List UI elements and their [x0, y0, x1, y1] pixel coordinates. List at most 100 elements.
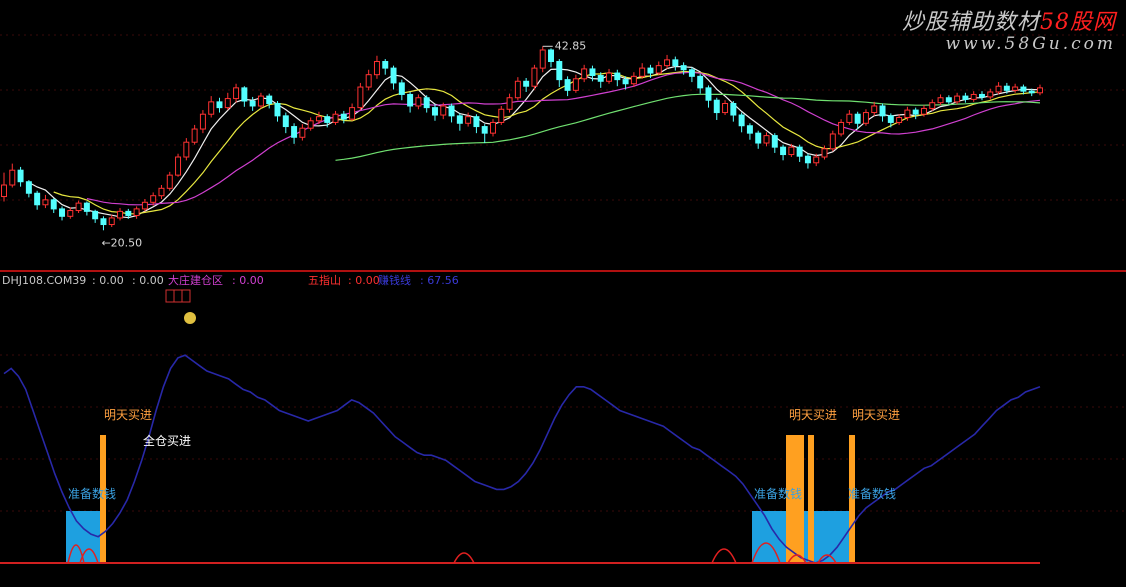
price-candle [987, 88, 994, 100]
price-candle [100, 216, 107, 231]
price-candle [307, 117, 314, 131]
price-candle [738, 112, 745, 133]
price-candle [995, 82, 1002, 95]
price-candle [183, 138, 190, 161]
price-candle [166, 171, 173, 191]
price-candle [838, 119, 845, 137]
prepare-money-label: 准备数钱 [68, 486, 116, 501]
price-candle [846, 110, 853, 125]
price-candle [697, 73, 704, 94]
buy-tomorrow-label: 明天买进 [789, 408, 837, 422]
accumulation-zone-icon [165, 289, 191, 303]
price-candle [581, 64, 588, 83]
five-finger-spike [453, 552, 475, 564]
price-candle [233, 83, 240, 103]
price-candle [871, 101, 878, 116]
price-candle [655, 61, 662, 76]
indicator-legend-item: : 0.00 [132, 274, 164, 287]
stock-chart: 42.85 ←20.50 DHJ108.COM39 : 0.00 : 0.00 大庄建仓… [0, 34, 1126, 564]
price-candle [672, 56, 679, 71]
price-candle [614, 69, 621, 87]
price-candle [108, 214, 115, 228]
price-candle [978, 91, 985, 101]
price-candle [456, 113, 463, 131]
price-candle [282, 112, 289, 134]
indicator-legend-item: : 0.00 [348, 274, 380, 287]
price-candle [796, 144, 803, 162]
price-candle [896, 114, 903, 125]
price-candle [349, 103, 356, 121]
indicator-legend-item: 赚钱线 [378, 273, 411, 287]
price-candle [382, 59, 389, 75]
price-candle [506, 93, 513, 113]
price-candle [332, 110, 339, 125]
price-candle [373, 55, 380, 79]
price-candle [266, 93, 273, 109]
price-candle [572, 74, 579, 93]
buy-tomorrow-label: 明天买进 [104, 408, 152, 422]
price-candle [879, 103, 886, 122]
price-candle [688, 67, 695, 83]
price-candle [42, 194, 49, 209]
indicator-legend-item: : 0.00 [232, 274, 264, 287]
price-candle [208, 96, 215, 118]
price-candle [191, 124, 198, 145]
price-candle [664, 54, 671, 69]
price-candle [490, 119, 496, 137]
price-candle [423, 95, 430, 113]
price-candle [175, 153, 182, 177]
price-candle [83, 201, 90, 216]
low-price-label: ←20.50 [101, 236, 142, 249]
price-candle [431, 104, 438, 121]
price-candle [365, 69, 372, 91]
high-price-label: 42.85 [555, 39, 587, 52]
price-candle [25, 180, 32, 198]
price-candle [117, 208, 124, 221]
price-candle [564, 76, 571, 97]
price-candle [67, 207, 74, 219]
indicator-legend-item: DHJ108.COM39 [2, 274, 86, 287]
price-candle [398, 79, 405, 101]
ma10-line [53, 70, 1041, 215]
price-candle [556, 59, 563, 88]
price-candle [763, 132, 770, 147]
price-candle [34, 190, 41, 210]
price-candle [241, 86, 248, 107]
price-candle [299, 124, 306, 141]
price-candle [216, 97, 223, 113]
price-candle [970, 91, 977, 102]
price-candle [257, 92, 264, 109]
price-candle [1, 172, 7, 202]
price-candle [829, 130, 836, 152]
price-candle [158, 185, 165, 200]
indicator-legend-item: 五指山 [308, 273, 341, 287]
price-candle [722, 100, 729, 116]
price-candle [407, 91, 414, 113]
full-position-buy-label: 全仓买进 [143, 433, 191, 448]
price-candle [249, 96, 256, 111]
price-candle [75, 200, 82, 214]
price-candle [705, 85, 712, 108]
price-candle [141, 199, 148, 212]
price-candle [771, 133, 778, 153]
price-candle [862, 109, 869, 126]
price-candle [9, 163, 16, 188]
price-candle [481, 124, 488, 144]
price-candle [755, 130, 762, 149]
price-candle [59, 206, 66, 221]
price-candle [606, 68, 613, 84]
price-candle [962, 92, 969, 103]
price-candle [539, 46, 546, 73]
indicator-legend-item: 大庄建仓区 [168, 273, 223, 287]
money-bag-icon [184, 312, 196, 324]
price-candle [548, 48, 554, 68]
price-candle [498, 105, 505, 125]
price-candle [415, 94, 422, 110]
price-candle [473, 114, 480, 134]
buy-tomorrow-label: 明天买进 [852, 408, 900, 422]
price-candle [531, 64, 538, 90]
price-candle [746, 123, 753, 140]
price-candle [291, 123, 298, 144]
price-candle [199, 110, 206, 134]
price-candle [224, 92, 231, 111]
